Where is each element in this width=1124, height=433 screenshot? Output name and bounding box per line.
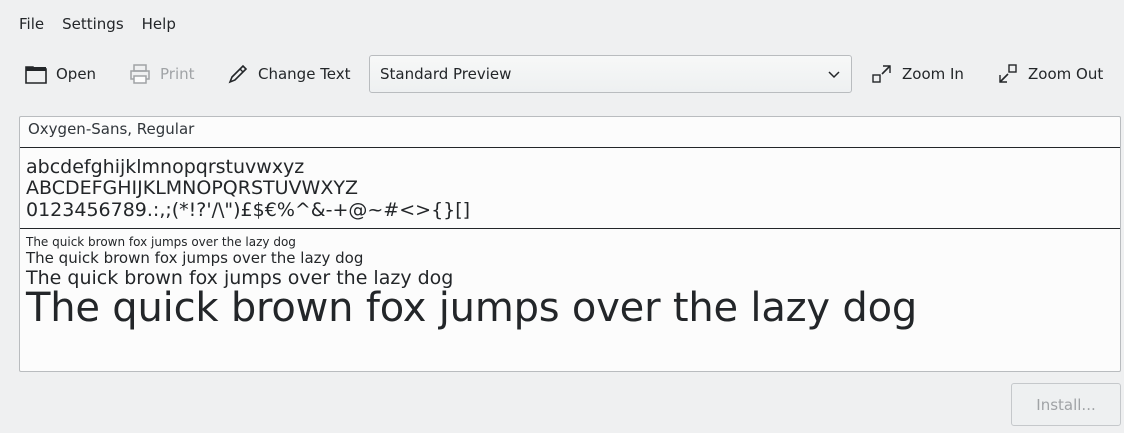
install-button[interactable]: Install... bbox=[1011, 383, 1121, 426]
uppercase-alphabet: ABCDEFGHIJKLMNOPQRSTUVWXYZ bbox=[26, 177, 358, 199]
lowercase-alphabet: abcdefghijklmnopqrstuvwxyz bbox=[26, 156, 305, 178]
print-label: Print bbox=[160, 65, 195, 83]
menu-settings[interactable]: Settings bbox=[53, 11, 133, 37]
sample-text-xlarge: The quick brown fox jumps over the lazy … bbox=[26, 285, 918, 331]
open-label: Open bbox=[56, 65, 97, 83]
divider bbox=[20, 147, 1120, 148]
zoom-in-icon bbox=[870, 62, 894, 86]
print-button[interactable]: Print bbox=[120, 54, 203, 94]
preview-type-select[interactable]: Standard Preview bbox=[369, 55, 852, 93]
font-name: Oxygen-Sans, Regular bbox=[28, 120, 195, 138]
change-text-label: Change Text bbox=[258, 65, 351, 83]
zoom-in-label: Zoom In bbox=[902, 65, 964, 83]
menu-help[interactable]: Help bbox=[133, 11, 185, 37]
menu-file[interactable]: File bbox=[10, 11, 53, 37]
zoom-out-label: Zoom Out bbox=[1028, 65, 1104, 83]
menubar: File Settings Help bbox=[0, 0, 1124, 48]
zoom-in-button[interactable]: Zoom In bbox=[862, 54, 972, 94]
folder-icon bbox=[24, 62, 48, 86]
sample-text-small: The quick brown fox jumps over the lazy … bbox=[26, 235, 296, 249]
printer-icon bbox=[128, 62, 152, 86]
chevron-down-icon bbox=[825, 65, 843, 83]
open-button[interactable]: Open bbox=[16, 54, 104, 94]
digits-symbols: 0123456789.:,;(*!?'/\")£$€%^&-+@~#<>{}[] bbox=[26, 199, 471, 221]
divider bbox=[20, 228, 1120, 229]
zoom-out-button[interactable]: Zoom Out bbox=[988, 54, 1111, 94]
zoom-out-icon bbox=[996, 62, 1020, 86]
preview-type-value: Standard Preview bbox=[380, 65, 512, 83]
toolbar: Open Print Change Text Standard Preview bbox=[0, 52, 1124, 98]
pencil-icon bbox=[226, 62, 250, 86]
change-text-button[interactable]: Change Text bbox=[218, 54, 359, 94]
sample-text-medium: The quick brown fox jumps over the lazy … bbox=[26, 249, 364, 267]
font-preview-panel: Oxygen-Sans, Regular abcdefghijklmnopqrs… bbox=[19, 116, 1121, 372]
